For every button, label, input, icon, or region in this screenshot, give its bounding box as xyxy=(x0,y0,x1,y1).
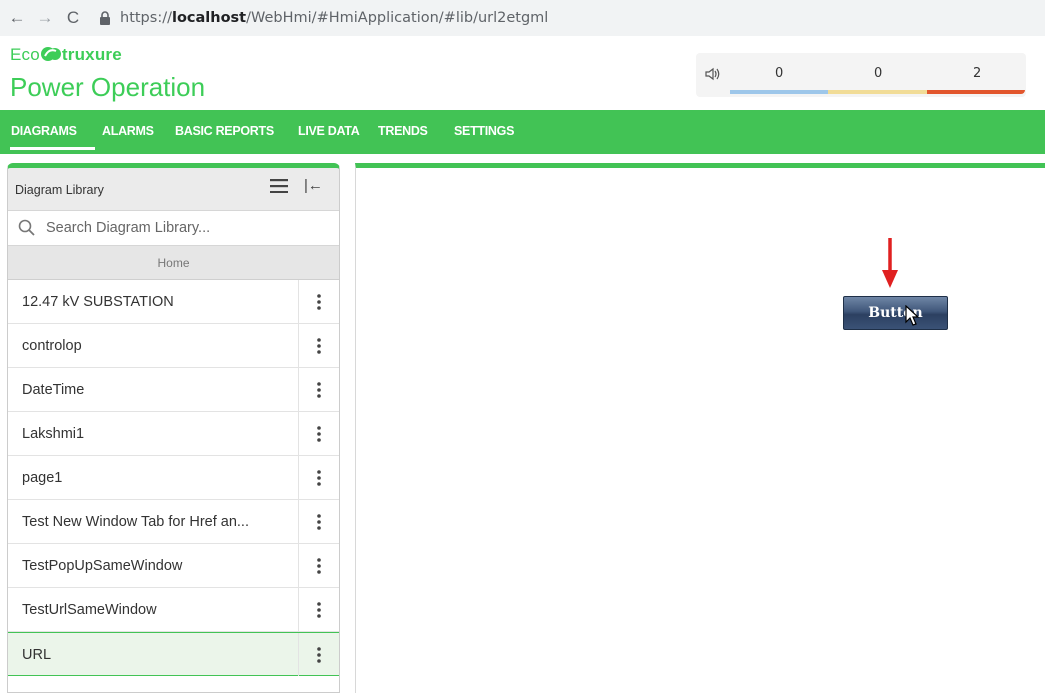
tab-basic-reports[interactable]: BASIC REPORTS xyxy=(175,124,274,138)
more-options-icon[interactable] xyxy=(298,544,338,587)
url-host: localhost xyxy=(171,10,247,26)
forward-arrow-icon[interactable]: → xyxy=(34,7,56,29)
more-options-icon[interactable] xyxy=(298,633,338,676)
list-item-label: URL xyxy=(22,647,52,663)
library-search xyxy=(8,211,339,246)
product-title: Power Operation xyxy=(10,72,206,102)
more-options-icon[interactable] xyxy=(298,324,338,367)
browser-toolbar: ← → C https://localhost/WebHmi/#HmiAppli… xyxy=(0,0,1045,36)
list-item[interactable]: Lakshmi1 xyxy=(8,412,339,456)
brand-mark-icon xyxy=(40,47,61,61)
alarm-count-medium[interactable]: 0 xyxy=(874,66,882,81)
diagram-canvas xyxy=(355,163,1045,693)
list-item[interactable]: DateTime xyxy=(8,368,339,412)
address-bar[interactable]: https://localhost/WebHmi/#HmiApplication… xyxy=(98,10,548,26)
url-prefix: https:// xyxy=(120,10,172,26)
list-item-label: Lakshmi1 xyxy=(22,426,85,442)
more-options-icon[interactable] xyxy=(298,368,338,411)
list-item[interactable]: controlop xyxy=(8,324,339,368)
tab-alarms[interactable]: ALARMS xyxy=(102,124,154,138)
red-arrow-indicator xyxy=(882,238,898,288)
tab-settings[interactable]: SETTINGS xyxy=(454,124,514,138)
tab-trends[interactable]: TRENDS xyxy=(378,124,428,138)
list-item-label: 12.47 kV SUBSTATION xyxy=(22,294,174,310)
alarm-bar-low xyxy=(730,90,828,94)
list-item-label: controlop xyxy=(22,338,82,354)
reload-icon[interactable]: C xyxy=(62,7,84,29)
more-options-icon[interactable] xyxy=(298,500,338,543)
diagram-library-panel: Diagram Library |← Home 12.47 kV SUBSTAT… xyxy=(7,163,340,693)
tab-live-data[interactable]: LIVE DATA xyxy=(298,124,360,138)
list-item[interactable]: page1 xyxy=(8,456,339,500)
alarm-summary[interactable]: 0 0 2 xyxy=(696,53,1026,97)
list-item-label: Test New Window Tab for Href an... xyxy=(22,514,249,530)
list-item[interactable]: 12.47 kV SUBSTATION xyxy=(8,280,339,324)
library-header: Diagram Library |← xyxy=(8,168,339,211)
lock-icon xyxy=(100,11,110,25)
menu-icon[interactable] xyxy=(270,179,288,193)
more-options-icon[interactable] xyxy=(298,280,338,323)
search-input[interactable] xyxy=(46,217,326,239)
alarm-bar-high xyxy=(927,90,1025,94)
library-title: Diagram Library xyxy=(15,183,104,197)
list-item-label: page1 xyxy=(22,470,63,486)
breadcrumb-home[interactable]: Home xyxy=(8,246,339,280)
collapse-panel-icon[interactable]: |← xyxy=(304,177,323,194)
brand-logo: Eco truxure xyxy=(10,45,122,65)
brand-pre: Eco xyxy=(10,45,40,64)
list-item-label: TestPopUpSameWindow xyxy=(22,558,183,574)
list-item[interactable]: TestPopUpSameWindow xyxy=(8,544,339,588)
mouse-cursor-icon xyxy=(905,305,920,326)
url-path: /WebHmi/#HmiApplication/#lib/url2etgml xyxy=(246,10,549,26)
more-options-icon[interactable] xyxy=(298,588,338,631)
list-item[interactable]: Test New Window Tab for Href an... xyxy=(8,500,339,544)
alarm-count-low[interactable]: 0 xyxy=(775,66,783,81)
more-options-icon[interactable] xyxy=(298,412,338,455)
list-item[interactable]: TestUrlSameWindow xyxy=(8,588,339,632)
brand-post: truxure xyxy=(61,45,122,64)
active-tab-indicator xyxy=(10,147,95,150)
speaker-icon[interactable] xyxy=(704,66,722,85)
diagram-button[interactable]: Button xyxy=(843,296,948,330)
list-item-label: DateTime xyxy=(22,382,85,398)
search-icon xyxy=(18,219,35,236)
list-item-label: TestUrlSameWindow xyxy=(22,602,157,618)
more-options-icon[interactable] xyxy=(298,456,338,499)
alarm-count-high[interactable]: 2 xyxy=(973,66,981,81)
alarm-bar-medium xyxy=(828,90,927,94)
main-nav: DIAGRAMS ALARMS BASIC REPORTS LIVE DATA … xyxy=(0,110,1045,154)
list-item-selected[interactable]: URL xyxy=(8,632,339,676)
back-arrow-icon[interactable]: ← xyxy=(6,7,28,29)
tab-diagrams[interactable]: DIAGRAMS xyxy=(11,124,77,138)
